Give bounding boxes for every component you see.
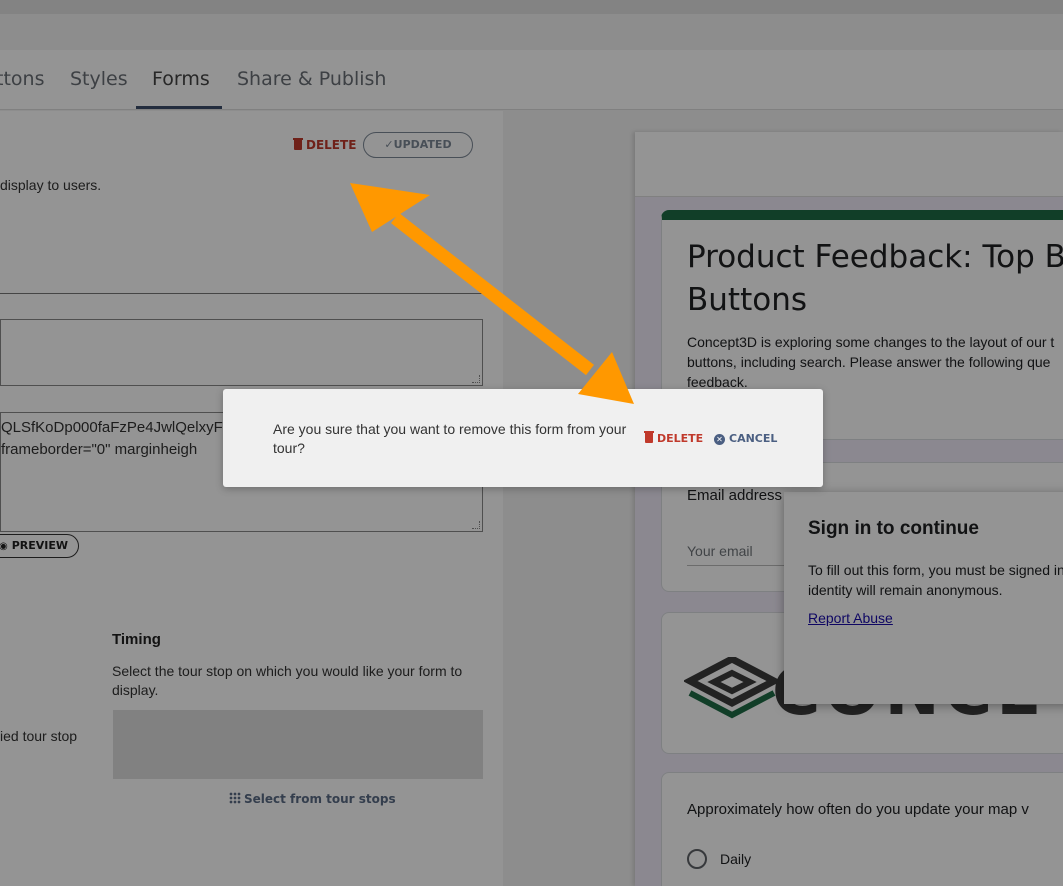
cancel-button[interactable]: ✕ CANCEL — [714, 432, 777, 445]
cancel-label: CANCEL — [729, 432, 778, 445]
confirm-message: Are you sure that you want to remove thi… — [273, 421, 627, 456]
trash-icon — [644, 431, 654, 443]
confirm-delete-button[interactable]: DELETE — [644, 431, 704, 445]
close-circle-icon: ✕ — [714, 434, 725, 445]
confirm-delete-label: DELETE — [657, 432, 704, 445]
confirm-remove-dialog: Are you sure that you want to remove thi… — [223, 389, 823, 487]
